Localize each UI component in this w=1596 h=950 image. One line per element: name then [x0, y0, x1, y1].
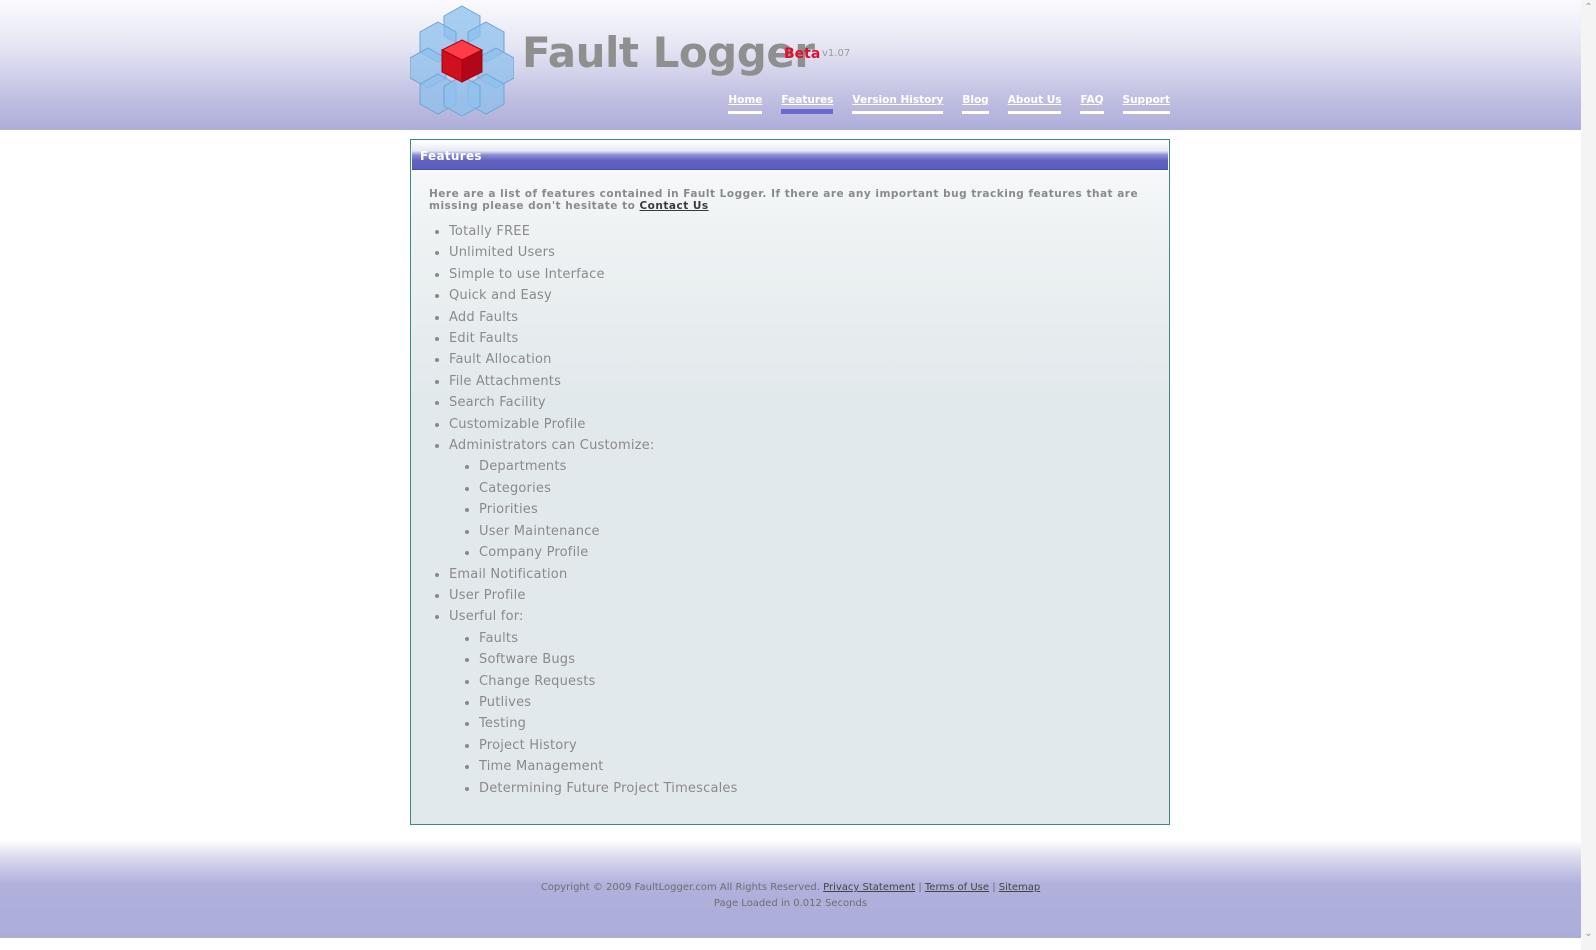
feature-item: Add Faults	[449, 307, 1169, 328]
feature-subitem: User Maintenance	[479, 521, 1169, 542]
main-nav: Home Features Version History Blog About…	[728, 94, 1170, 114]
feature-subitem: Putlives	[479, 692, 1169, 713]
feature-label: Simple to use Interface	[449, 266, 605, 282]
site-title: Fault Logger	[522, 28, 815, 77]
feature-label: Unlimited Users	[449, 245, 556, 261]
feature-label: User Profile	[449, 587, 526, 603]
cube-logo-icon	[410, 5, 514, 116]
nav-blog[interactable]: Blog	[962, 94, 989, 114]
feature-item: Search Facility	[449, 392, 1169, 413]
feature-subitem: Company Profile	[479, 542, 1169, 563]
intro-text: Here are a list of features contained in…	[429, 188, 1151, 212]
feature-label: Add Faults	[449, 309, 519, 325]
feature-label: Totally FREE	[449, 224, 531, 239]
feature-label: Customizable Profile	[449, 416, 586, 432]
nav-home[interactable]: Home	[728, 94, 763, 114]
feature-subitem: Priorities	[479, 499, 1169, 520]
feature-subitem: Determining Future Project Timescales	[479, 778, 1169, 799]
intro-body: Here are a list of features contained in…	[429, 188, 1139, 212]
footer: Copyright © 2009 FaultLogger.com All Rig…	[0, 840, 1581, 938]
feature-subitem: Project History	[479, 735, 1169, 756]
feature-item: Quick and Easy	[449, 285, 1169, 306]
version-label: v1.07	[822, 48, 851, 59]
nav-support[interactable]: Support	[1122, 94, 1170, 114]
header: Fault Logger Beta v1.07 Home Features Ve…	[410, 0, 1170, 130]
feature-subitem: Departments	[479, 456, 1169, 477]
nav-features[interactable]: Features	[781, 94, 834, 114]
feature-item: Unlimited Users	[449, 242, 1169, 263]
feature-subitem: Software Bugs	[479, 649, 1169, 670]
feature-subitem: Time Management	[479, 756, 1169, 777]
scroll-down-icon[interactable]: ⌄	[1584, 929, 1593, 939]
terms-of-use-link[interactable]: Terms of Use	[925, 882, 989, 893]
features-panel: Features Here are a list of features con…	[410, 139, 1170, 825]
feature-item: Userful for: FaultsSoftware BugsChange Re…	[449, 606, 1169, 799]
feature-sublist: DepartmentsCategoriesPrioritiesUser Main…	[449, 456, 1169, 563]
privacy-statement-link[interactable]: Privacy Statement	[823, 882, 915, 893]
feature-subitem: Categories	[479, 478, 1169, 499]
feature-item: Customizable Profile	[449, 414, 1169, 435]
nav-about-us[interactable]: About Us	[1007, 94, 1062, 114]
feature-sublist: FaultsSoftware BugsChange RequestsPutliv…	[449, 628, 1169, 799]
feature-label: File Attachments	[449, 373, 562, 389]
nav-faq[interactable]: FAQ	[1080, 94, 1104, 114]
feature-item: Edit Faults	[449, 328, 1169, 349]
feature-label: Quick and Easy	[449, 288, 552, 304]
feature-label: Administrators can Customize:	[449, 438, 655, 454]
nav-version-history[interactable]: Version History	[852, 94, 944, 114]
feature-item: Email Notification	[449, 564, 1169, 585]
contact-us-link[interactable]: Contact Us	[639, 200, 708, 212]
page-bottom	[0, 938, 1581, 950]
feature-label: Search Facility	[449, 395, 546, 411]
feature-item: File Attachments	[449, 371, 1169, 392]
feature-item: Totally FREE	[449, 221, 1169, 242]
feature-item: Administrators can Customize: Departments…	[449, 435, 1169, 563]
feature-subitem: Change Requests	[479, 671, 1169, 692]
header-band: Fault Logger Beta v1.07 Home Features Ve…	[0, 0, 1581, 130]
vertical-scrollbar[interactable]: ⌃ ⌄	[1581, 0, 1596, 950]
page-load-time: Page Loaded in 0.012 Seconds	[713, 898, 868, 909]
feature-item: Fault Allocation	[449, 349, 1169, 370]
feature-item: Simple to use Interface	[449, 264, 1169, 285]
feature-label: Userful for:	[449, 609, 524, 625]
sitemap-link[interactable]: Sitemap	[999, 882, 1040, 893]
panel-title: Features	[420, 149, 482, 163]
beta-badge: Beta	[784, 46, 821, 62]
feature-label: Edit Faults	[449, 331, 519, 347]
panel-header: Features	[412, 141, 1168, 170]
feature-list: Totally FREE Unlimited Users Simple to use…	[411, 221, 1169, 799]
feature-subitem: Faults	[479, 628, 1169, 649]
footer-separator: |	[915, 882, 925, 893]
feature-label: Fault Allocation	[449, 352, 552, 368]
footer-separator: |	[989, 882, 999, 893]
feature-subitem: Testing	[479, 713, 1169, 734]
feature-item: User Profile	[449, 585, 1169, 606]
copyright-text: Copyright © 2009 FaultLogger.com All Rig…	[540, 882, 824, 893]
footer-links: Copyright © 2009 FaultLogger.com All Rig…	[0, 882, 1581, 893]
scroll-up-icon[interactable]: ⌃	[1584, 3, 1593, 13]
feature-label: Email Notification	[449, 566, 568, 582]
